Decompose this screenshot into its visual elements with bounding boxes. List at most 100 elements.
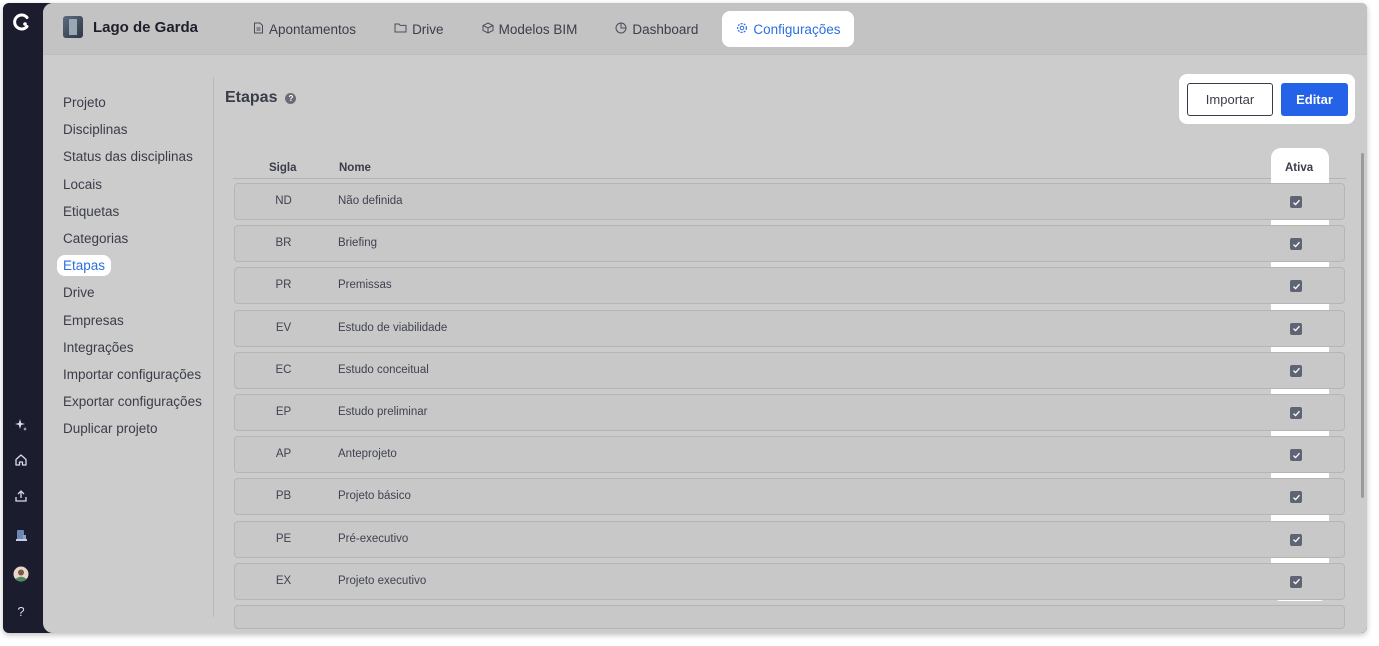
edit-button[interactable]: Editar	[1281, 83, 1348, 116]
folder-icon	[394, 22, 407, 36]
row-sigla: PE	[275, 532, 292, 545]
row-nome: Pré-executivo	[338, 532, 409, 545]
row-sigla: AP	[275, 448, 292, 461]
check-icon	[1292, 241, 1300, 248]
row-sigla: BR	[275, 237, 292, 250]
left-rail: ?	[3, 3, 43, 633]
app-window: ? Lago de Garda Apontamentos Drive Model…	[3, 3, 1367, 633]
sidebar-item-exportar-configuracoes[interactable]: Exportar configurações	[63, 388, 213, 415]
check-icon	[1292, 494, 1300, 501]
table-row[interactable]: BR Briefing	[234, 225, 1345, 263]
page-title: Etapas	[225, 89, 278, 106]
sidebar-item-projeto[interactable]: Projeto	[63, 89, 213, 116]
home-icon[interactable]	[11, 450, 31, 470]
top-bar: Lago de Garda Apontamentos Drive Modelos…	[43, 3, 1367, 55]
sidebar-item-etiquetas[interactable]: Etiquetas	[63, 198, 213, 225]
ativa-checkbox[interactable]	[1290, 533, 1302, 546]
tab-modelos-bim[interactable]: Modelos BIM	[468, 11, 592, 47]
table-row[interactable]: AP Anteprojeto	[234, 436, 1345, 474]
settings-sidebar: Projeto Disciplinas Status das disciplin…	[57, 89, 213, 442]
sidebar-item-duplicar-projeto[interactable]: Duplicar projeto	[63, 415, 213, 442]
import-button[interactable]: Importar	[1187, 83, 1273, 116]
row-nome: Briefing	[338, 237, 377, 250]
scrollbar[interactable]	[1361, 153, 1364, 498]
ativa-checkbox[interactable]	[1290, 196, 1302, 208]
building-icon[interactable]	[11, 525, 31, 545]
table-row[interactable]: EX Projeto executivo	[234, 562, 1345, 600]
ativa-checkbox[interactable]	[1290, 238, 1302, 251]
row-sigla: PB	[275, 490, 292, 503]
table-row[interactable]: PE Pré-executivo	[234, 520, 1345, 558]
sidebar-item-disciplinas[interactable]: Disciplinas	[63, 116, 213, 143]
check-icon	[1292, 579, 1300, 585]
row-sigla: EC	[275, 363, 292, 376]
ativa-checkbox[interactable]	[1290, 449, 1302, 462]
row-nome: Projeto básico	[338, 490, 411, 503]
user-avatar-icon[interactable]	[11, 564, 31, 584]
column-header-nome: Nome	[339, 162, 371, 174]
sidebar-item-status-disciplinas[interactable]: Status das disciplinas	[63, 143, 213, 170]
row-nome: Estudo preliminar	[338, 406, 428, 418]
sidebar-item-drive[interactable]: Drive	[63, 279, 213, 306]
ativa-checkbox[interactable]	[1290, 491, 1302, 504]
upload-icon[interactable]	[11, 486, 31, 506]
table-row[interactable]: EV Estudo de viabilidade	[234, 309, 1345, 347]
ativa-checkbox[interactable]	[1290, 322, 1302, 335]
row-sigla: ND	[275, 195, 292, 207]
column-header-ativa: Ativa	[1285, 162, 1314, 174]
gear-icon	[736, 22, 748, 37]
table-row[interactable]: PB Projeto básico	[234, 478, 1345, 516]
row-nome: Anteprojeto	[338, 448, 397, 461]
row-nome: Estudo conceitual	[338, 363, 429, 376]
table-row[interactable]: EP Estudo preliminar	[234, 394, 1345, 431]
check-icon	[1292, 199, 1300, 206]
sidebar-item-categorias[interactable]: Categorias	[63, 225, 213, 252]
row-nome: Premissas	[338, 279, 392, 292]
table-row[interactable]	[234, 605, 1345, 629]
row-nome: Não definida	[338, 195, 403, 207]
check-icon	[1292, 325, 1300, 332]
table-header: Sigla Nome	[233, 153, 1346, 179]
pie-chart-icon	[615, 22, 627, 37]
page-title-group: Etapas ?	[225, 89, 297, 107]
row-sigla: EX	[275, 574, 292, 587]
top-tabs: Apontamentos Drive Modelos BIM Dashboard…	[239, 11, 864, 47]
project-selector[interactable]: Lago de Garda	[63, 16, 198, 38]
sidebar-item-integracoes[interactable]: Integrações	[63, 334, 213, 361]
tab-dashboard[interactable]: Dashboard	[601, 11, 712, 47]
table-row[interactable]: ND Não definida	[234, 183, 1345, 220]
table-row[interactable]: EC Estudo conceitual	[234, 351, 1345, 389]
ativa-checkbox[interactable]	[1290, 407, 1302, 419]
row-nome: Projeto executivo	[338, 574, 427, 587]
document-icon	[253, 22, 264, 37]
row-sigla: EP	[275, 406, 292, 418]
sidebar-item-importar-configuracoes[interactable]: Importar configurações	[63, 361, 213, 388]
column-header-sigla: Sigla	[269, 162, 297, 174]
main-area: Lago de Garda Apontamentos Drive Modelos…	[43, 3, 1367, 633]
help-icon[interactable]: ?	[285, 92, 297, 104]
table-row[interactable]: PR Premissas	[234, 267, 1345, 305]
help-icon[interactable]: ?	[11, 601, 31, 621]
tab-configuracoes[interactable]: Configurações	[722, 11, 855, 47]
cube-icon	[482, 21, 494, 37]
action-buttons: Importar Editar	[1179, 74, 1355, 124]
row-sigla: EV	[275, 321, 292, 334]
ativa-checkbox[interactable]	[1290, 280, 1302, 293]
sidebar-item-etapas[interactable]: Etapas	[57, 252, 213, 279]
sidebar-item-empresas[interactable]: Empresas	[63, 307, 213, 334]
ativa-checkbox[interactable]	[1290, 364, 1302, 377]
sparkle-icon[interactable]	[11, 415, 31, 435]
sidebar-divider	[213, 77, 214, 617]
project-thumbnail	[63, 16, 83, 38]
check-icon	[1292, 536, 1300, 543]
project-name: Lago de Garda	[93, 18, 199, 36]
tab-drive[interactable]: Drive	[380, 11, 458, 47]
check-icon	[1292, 410, 1300, 417]
check-icon	[1292, 452, 1300, 459]
sidebar-item-locais[interactable]: Locais	[63, 171, 213, 198]
ativa-checkbox[interactable]	[1290, 575, 1302, 588]
tab-apontamentos[interactable]: Apontamentos	[239, 11, 370, 47]
check-icon	[1292, 283, 1300, 290]
app-logo-icon[interactable]	[9, 9, 35, 35]
check-icon	[1292, 368, 1300, 374]
